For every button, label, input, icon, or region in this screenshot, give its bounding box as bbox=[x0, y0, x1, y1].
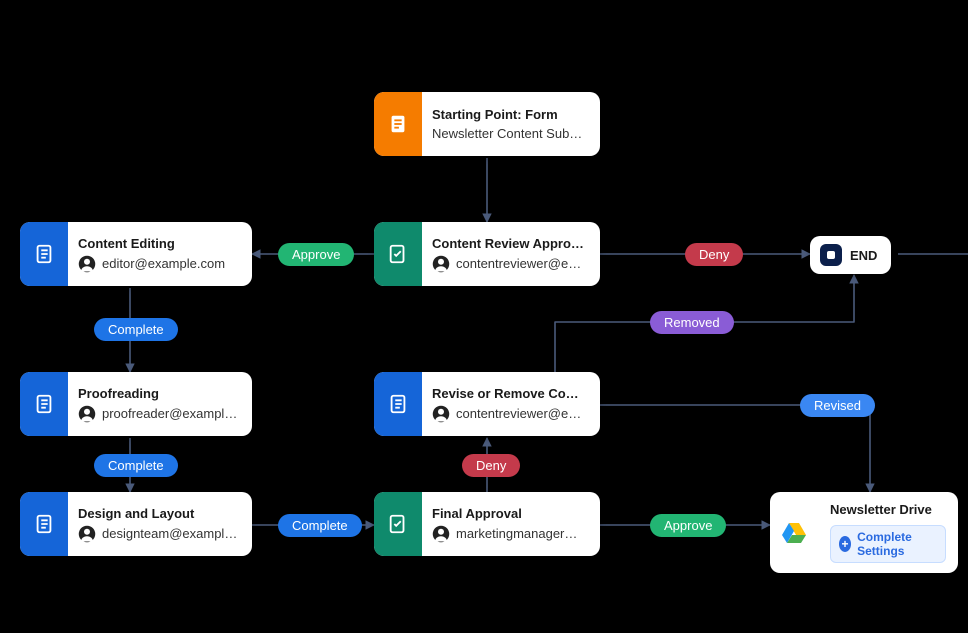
google-drive-icon bbox=[770, 492, 818, 573]
node-final-approval[interactable]: Final Approval marketingmanager@e... bbox=[374, 492, 600, 556]
node-newsletter-drive[interactable]: Newsletter Drive + Complete Settings bbox=[770, 492, 958, 573]
assignee: proofreader@example... bbox=[102, 406, 238, 421]
edge-approve[interactable]: Approve bbox=[650, 514, 726, 537]
task-icon bbox=[20, 492, 68, 556]
node-title: Design and Layout bbox=[78, 506, 238, 521]
workflow-canvas[interactable]: Starting Point: Form Newsletter Content … bbox=[0, 0, 968, 633]
node-title: Content Editing bbox=[78, 236, 238, 251]
edge-revised[interactable]: Revised bbox=[800, 394, 875, 417]
assignee: designteam@example... bbox=[102, 526, 238, 541]
task-icon bbox=[374, 372, 422, 436]
node-proofreading[interactable]: Proofreading proofreader@example... bbox=[20, 372, 252, 436]
node-revise-remove[interactable]: Revise or Remove Content contentreviewer… bbox=[374, 372, 600, 436]
person-icon bbox=[78, 255, 96, 273]
end-label: END bbox=[850, 248, 877, 263]
complete-settings-button[interactable]: + Complete Settings bbox=[830, 525, 946, 563]
person-icon bbox=[432, 255, 450, 273]
edge-removed[interactable]: Removed bbox=[650, 311, 734, 334]
form-icon bbox=[374, 92, 422, 156]
task-icon bbox=[20, 372, 68, 436]
node-design-layout[interactable]: Design and Layout designteam@example... bbox=[20, 492, 252, 556]
assignee: editor@example.com bbox=[102, 256, 225, 271]
person-icon bbox=[78, 525, 96, 543]
assignee: contentreviewer@exa... bbox=[456, 256, 586, 271]
plus-icon: + bbox=[839, 536, 851, 552]
edge-complete[interactable]: Complete bbox=[94, 454, 178, 477]
node-content-editing[interactable]: Content Editing editor@example.com bbox=[20, 222, 252, 286]
node-title: Proofreading bbox=[78, 386, 238, 401]
task-icon bbox=[20, 222, 68, 286]
edge-complete[interactable]: Complete bbox=[94, 318, 178, 341]
node-title: Newsletter Drive bbox=[830, 502, 946, 517]
assignee: contentreviewer@exa... bbox=[456, 406, 586, 421]
edge-approve[interactable]: Approve bbox=[278, 243, 354, 266]
approval-icon bbox=[374, 492, 422, 556]
node-content-review[interactable]: Content Review Approval contentreviewer@… bbox=[374, 222, 600, 286]
node-title: Starting Point: Form bbox=[432, 107, 586, 122]
edge-deny[interactable]: Deny bbox=[462, 454, 520, 477]
node-subtitle: Newsletter Content Submi... bbox=[432, 126, 586, 141]
person-icon bbox=[78, 405, 96, 423]
node-title: Final Approval bbox=[432, 506, 586, 521]
edge-complete[interactable]: Complete bbox=[278, 514, 362, 537]
edge-deny[interactable]: Deny bbox=[685, 243, 743, 266]
person-icon bbox=[432, 525, 450, 543]
node-end[interactable]: END bbox=[810, 236, 891, 274]
button-label: Complete Settings bbox=[857, 530, 937, 558]
node-title: Content Review Approval bbox=[432, 236, 586, 251]
approval-icon bbox=[374, 222, 422, 286]
person-icon bbox=[432, 405, 450, 423]
node-starting-point[interactable]: Starting Point: Form Newsletter Content … bbox=[374, 92, 600, 156]
assignee: marketingmanager@e... bbox=[456, 526, 586, 541]
stop-icon bbox=[820, 244, 842, 266]
node-title: Revise or Remove Content bbox=[432, 386, 586, 401]
